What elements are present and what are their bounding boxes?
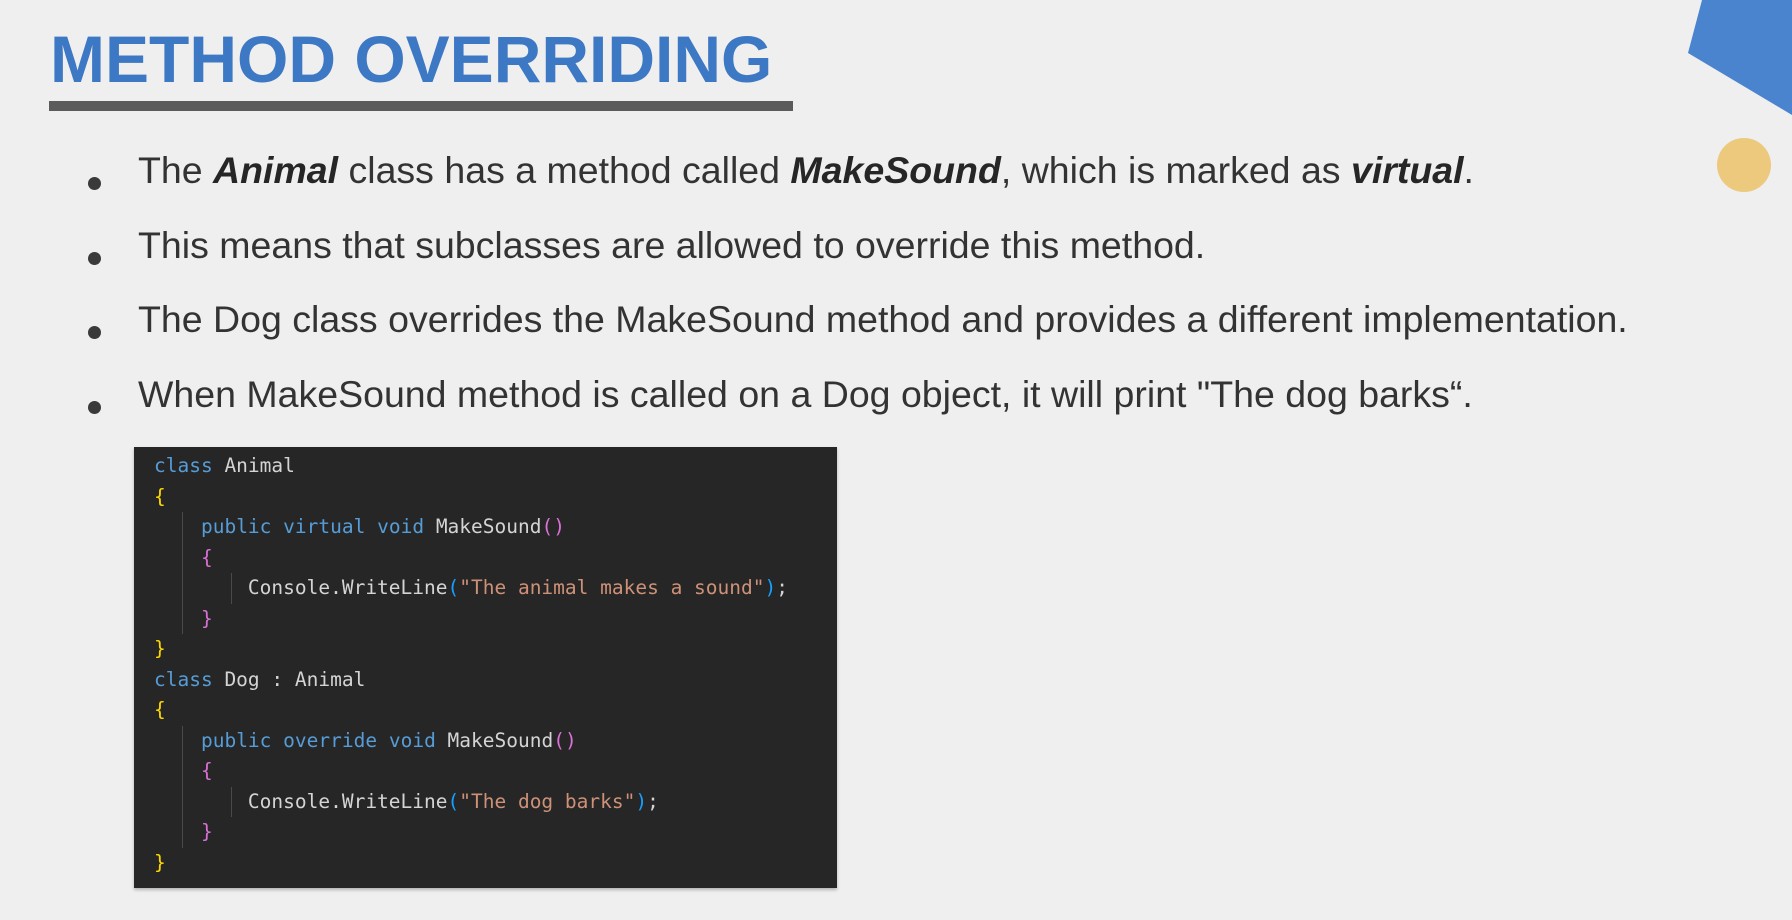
code-line: public override void MakeSound() bbox=[154, 726, 577, 756]
bullet-dot-icon bbox=[88, 177, 101, 190]
code-token: Animal bbox=[212, 454, 295, 477]
code-line: { bbox=[154, 543, 213, 573]
code-token: "The animal makes a sound" bbox=[459, 576, 765, 599]
code-token: MakeSound bbox=[435, 728, 554, 752]
code-token: MakeSound bbox=[424, 515, 542, 538]
bullet-item: This means that subclasses are allowed t… bbox=[0, 215, 1700, 275]
text-segment: The Dog class overrides the MakeSound me… bbox=[138, 298, 1628, 340]
code-line: { bbox=[154, 695, 166, 725]
code-line: class Dog : Animal bbox=[154, 665, 365, 695]
code-line: } bbox=[154, 848, 166, 878]
code-token: public bbox=[200, 515, 272, 538]
code-line: class Animal bbox=[154, 451, 295, 481]
code-token: ; bbox=[647, 789, 659, 813]
text-segment: The bbox=[138, 149, 214, 191]
bullet-dot-icon bbox=[88, 326, 101, 339]
code-token: () bbox=[553, 728, 577, 752]
bullet-text: This means that subclasses are allowed t… bbox=[138, 215, 1205, 275]
emphasized-term: virtual bbox=[1350, 149, 1464, 191]
bullet-dot-icon bbox=[88, 252, 101, 265]
code-token: } bbox=[154, 850, 166, 874]
code-token: } bbox=[200, 606, 213, 630]
code-token: "The dog barks" bbox=[459, 789, 636, 813]
bullet-item: The Dog class overrides the MakeSound me… bbox=[0, 289, 1700, 349]
code-token: { bbox=[200, 759, 213, 782]
code-line: } bbox=[154, 604, 213, 634]
text-segment: class has a method called bbox=[338, 149, 791, 191]
code-token: class bbox=[154, 454, 213, 477]
code-token: } bbox=[154, 637, 166, 660]
code-token: void bbox=[388, 728, 436, 752]
code-line: } bbox=[154, 634, 166, 664]
code-token: ) bbox=[764, 576, 777, 599]
circle-decoration bbox=[1717, 138, 1771, 192]
code-token: void bbox=[377, 515, 425, 538]
text-segment: . bbox=[1463, 149, 1474, 191]
title-underline bbox=[49, 101, 793, 111]
code-line: } bbox=[154, 817, 213, 847]
code-line: { bbox=[154, 756, 213, 786]
code-block: class Animal { public virtual void MakeSo… bbox=[134, 447, 837, 888]
bullet-text: The Animal class has a method called Mak… bbox=[138, 140, 1474, 200]
code-token: { bbox=[154, 484, 166, 508]
code-line: public virtual void MakeSound() bbox=[154, 512, 565, 542]
code-token: public bbox=[200, 728, 272, 752]
code-token: { bbox=[154, 698, 166, 721]
code-token: class bbox=[154, 667, 213, 691]
bullet-item: When MakeSound method is called on a Dog… bbox=[0, 364, 1700, 424]
code-token: ( bbox=[447, 576, 460, 599]
emphasized-term: Animal bbox=[213, 149, 339, 191]
code-token: virtual bbox=[283, 515, 366, 538]
bullet-text: When MakeSound method is called on a Dog… bbox=[138, 364, 1473, 424]
code-line: Console.WriteLine("The animal makes a so… bbox=[154, 573, 788, 603]
code-token: override bbox=[283, 728, 378, 752]
code-token: { bbox=[200, 545, 213, 569]
slide-title: METHOD OVERRIDING bbox=[50, 22, 773, 96]
code-token: } bbox=[200, 820, 213, 843]
text-segment: When MakeSound method is called on a Dog… bbox=[138, 373, 1473, 415]
bullet-item: The Animal class has a method called Mak… bbox=[0, 140, 1700, 200]
bullet-text: The Dog class overrides the MakeSound me… bbox=[138, 289, 1628, 349]
text-segment: , which is marked as bbox=[1000, 149, 1351, 191]
code-token: Console.WriteLine bbox=[154, 789, 448, 813]
emphasized-term: MakeSound bbox=[790, 149, 1001, 191]
bullet-dot-icon bbox=[88, 401, 101, 414]
code-token: Console.WriteLine bbox=[154, 576, 448, 599]
code-token: Dog : Animal bbox=[212, 667, 366, 691]
code-line: Console.WriteLine("The dog barks"); bbox=[154, 787, 659, 817]
corner-decoration bbox=[1688, 0, 1792, 115]
code-token: ) bbox=[635, 789, 648, 813]
code-token: ( bbox=[447, 789, 460, 813]
code-token: () bbox=[541, 515, 565, 538]
text-segment: This means that subclasses are allowed t… bbox=[138, 224, 1206, 266]
code-line: { bbox=[154, 482, 166, 512]
code-token: ; bbox=[776, 576, 788, 599]
